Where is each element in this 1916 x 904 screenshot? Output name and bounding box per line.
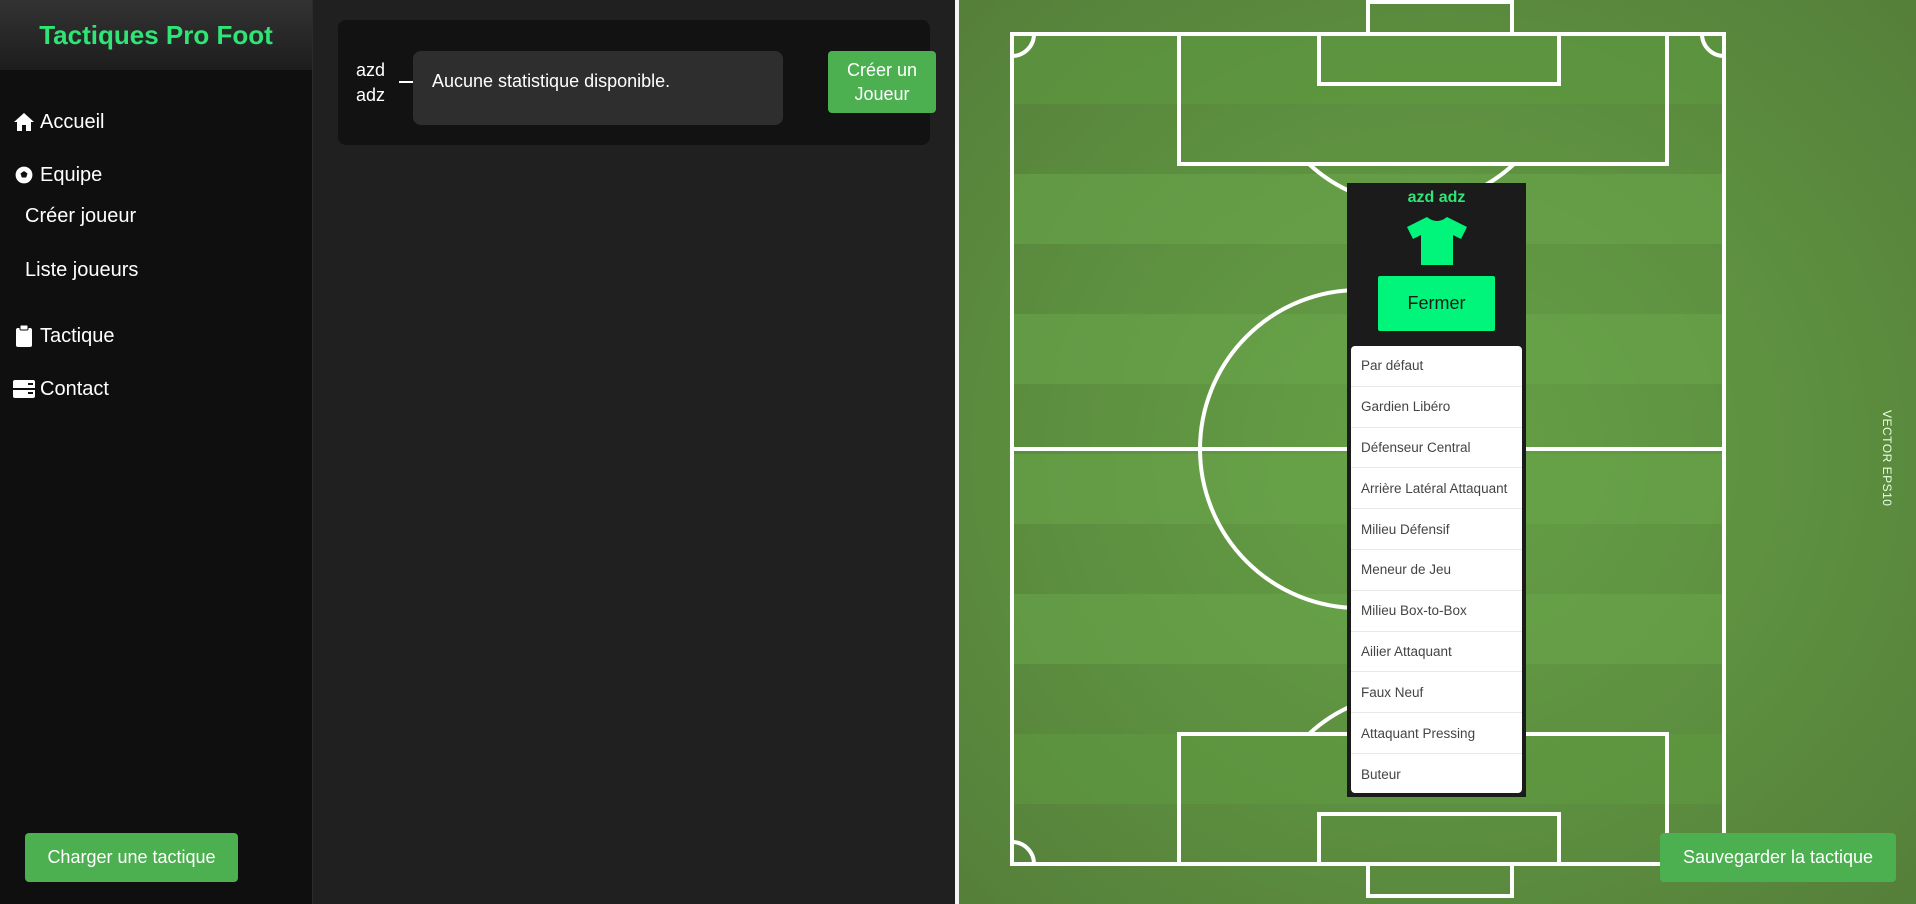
stats-box: Aucune statistique disponible. bbox=[413, 51, 783, 125]
role-option[interactable]: Défenseur Central bbox=[1351, 428, 1522, 469]
sidebar-item-tactique[interactable]: Tactique bbox=[12, 324, 115, 348]
player-first-name: azd bbox=[356, 60, 386, 80]
create-player-label-line1: Créer un bbox=[846, 60, 918, 80]
role-option[interactable]: Attaquant Pressing bbox=[1351, 713, 1522, 754]
role-option[interactable]: Par défaut bbox=[1351, 346, 1522, 387]
sidebar-item-label: Contact bbox=[40, 377, 109, 400]
role-option[interactable]: Arrière Latéral Attaquant bbox=[1351, 468, 1522, 510]
player-card: azd adz Aucune statistique disponible. C… bbox=[338, 20, 936, 145]
soccer-ball-icon bbox=[12, 163, 36, 187]
load-tactic-button[interactable]: Charger une tactique bbox=[25, 833, 238, 882]
create-player-button[interactable]: Créer un Joueur bbox=[828, 51, 936, 113]
player-panel: azd adz Aucune statistique disponible. C… bbox=[313, 0, 955, 904]
contact-card-icon bbox=[12, 377, 36, 401]
role-option[interactable]: Buteur bbox=[1351, 754, 1522, 793]
player-role-popup: azd adz Fermer Par défaut Gardien Libéro… bbox=[1347, 183, 1526, 797]
sidebar-item-label: Accueil bbox=[40, 110, 105, 133]
separator-dash bbox=[399, 81, 414, 83]
role-option[interactable]: Meneur de Jeu bbox=[1351, 550, 1522, 591]
sidebar-item-contact[interactable]: Contact bbox=[12, 377, 109, 401]
sidebar-item-equipe[interactable]: Equipe bbox=[12, 163, 102, 187]
sidebar-item-accueil[interactable]: Accueil bbox=[12, 110, 104, 134]
player-name: azd adz bbox=[356, 58, 385, 108]
save-tactic-button[interactable]: Sauvegarder la tactique bbox=[1660, 833, 1896, 882]
create-player-label-line2: Joueur bbox=[854, 84, 910, 104]
home-icon bbox=[12, 110, 36, 134]
role-option[interactable]: Milieu Défensif bbox=[1351, 509, 1522, 550]
player-last-name: adz bbox=[356, 85, 386, 105]
app-title: Tactiques Pro Foot bbox=[0, 0, 312, 70]
role-list: Par défaut Gardien Libéro Défenseur Cent… bbox=[1351, 346, 1522, 793]
sidebar-item-label: Equipe bbox=[40, 163, 103, 186]
role-option[interactable]: Milieu Box-to-Box bbox=[1351, 591, 1522, 632]
role-option[interactable]: Faux Neuf bbox=[1351, 672, 1522, 714]
sidebar: Tactiques Pro Foot Accueil Equipe Créer … bbox=[0, 0, 313, 904]
sidebar-item-label: Tactique bbox=[40, 324, 115, 347]
popup-player-name: azd adz bbox=[1407, 189, 1466, 206]
sidebar-item-creer-joueur[interactable]: Créer joueur bbox=[25, 205, 136, 228]
jersey-icon bbox=[1407, 217, 1467, 265]
role-option[interactable]: Gardien Libéro bbox=[1351, 387, 1522, 428]
sidebar-item-liste-joueurs[interactable]: Liste joueurs bbox=[25, 259, 138, 282]
pitch-watermark: VECTOR EPS10 bbox=[1880, 410, 1894, 507]
close-button[interactable]: Fermer bbox=[1378, 276, 1495, 331]
clipboard-icon bbox=[12, 324, 36, 348]
role-option[interactable]: Ailier Attaquant bbox=[1351, 632, 1522, 673]
